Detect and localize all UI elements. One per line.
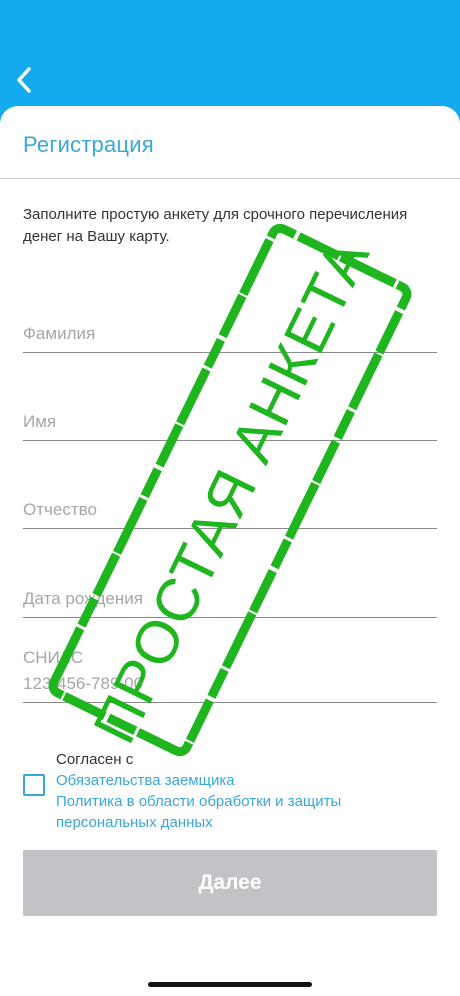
page-title: Регистрация	[23, 132, 154, 157]
agreement-checkbox[interactable]	[23, 774, 45, 796]
birth-date-input[interactable]	[23, 589, 437, 617]
borrower-obligations-link[interactable]: Обязательства заемщика	[56, 770, 436, 791]
title-divider	[0, 178, 460, 179]
privacy-policy-link[interactable]: Политика в области обработки и защиты пе…	[56, 791, 436, 833]
last-name-input[interactable]	[23, 324, 437, 352]
back-button[interactable]	[8, 62, 40, 98]
first-name-input[interactable]	[23, 412, 437, 440]
next-button[interactable]: Далее	[23, 850, 437, 916]
agreement-links: Обязательства заемщика Политика в област…	[56, 770, 436, 833]
agreement-label: Согласен с	[56, 751, 134, 768]
last-name-field	[23, 324, 437, 353]
chevron-left-icon	[17, 67, 31, 93]
home-indicator	[148, 982, 312, 987]
snils-input[interactable]	[23, 674, 437, 702]
first-name-field	[23, 412, 437, 441]
snils-field: СНИЛС	[23, 648, 437, 703]
birth-date-field	[23, 589, 437, 618]
top-bar	[0, 0, 460, 110]
snils-label: СНИЛС	[23, 648, 84, 667]
patronymic-field	[23, 500, 437, 529]
intro-text: Заполните простую анкету для срочного пе…	[23, 206, 408, 245]
patronymic-input[interactable]	[23, 500, 437, 528]
registration-card: Регистрация Заполните простую анкету для…	[0, 106, 460, 996]
